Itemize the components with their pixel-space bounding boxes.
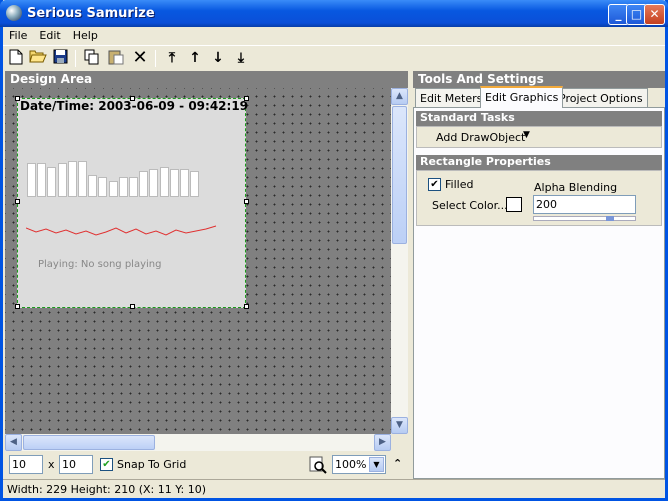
move-top-icon[interactable]: ⤒ [163, 49, 181, 67]
horizontal-scrollbar[interactable]: ◀ ▶ [5, 434, 391, 451]
design-area-header: Design Area [5, 71, 408, 88]
close-button[interactable]: ✕ [644, 4, 665, 25]
chevron-down-icon[interactable]: ▼ [523, 130, 530, 140]
scroll-up-button[interactable]: ▲ [391, 88, 408, 105]
menu-file[interactable]: File [3, 27, 33, 44]
meter-bar [27, 163, 36, 197]
collapse-icon[interactable]: ⌃ [393, 457, 402, 470]
resize-handle[interactable] [130, 96, 135, 101]
playing-text[interactable]: Playing: No song playing [38, 259, 161, 270]
alpha-blending-input[interactable]: 200 [533, 195, 636, 214]
filled-checkbox[interactable]: ✔ [428, 178, 441, 191]
tab-content: Standard Tasks Add DrawObject ▼ Rectangl… [413, 107, 665, 479]
meter-bar [57, 163, 67, 197]
tab-edit-graphics[interactable]: Edit Graphics [480, 86, 564, 108]
save-icon[interactable] [51, 49, 69, 67]
meter-bar [129, 177, 138, 197]
tab-project-options[interactable]: Project Options [554, 88, 648, 108]
horizontal-scroll-thumb[interactable] [23, 435, 155, 450]
resize-handle[interactable] [244, 199, 249, 204]
zoom-icon[interactable] [309, 456, 327, 474]
toolbar-separator [75, 50, 76, 67]
meter-bar [67, 161, 77, 197]
meter-bar [108, 181, 118, 197]
zoom-select[interactable]: 100% ▼ [332, 455, 386, 474]
toolbar: ✕ ⤒ ↑ ↓ ⤓ [3, 45, 665, 70]
toolbar-separator [155, 50, 156, 67]
status-text: Width: 229 Height: 210 (X: 11 Y: 10) [7, 483, 206, 496]
vertical-scroll-thumb[interactable] [392, 106, 407, 244]
standard-tasks-header: Standard Tasks [416, 111, 662, 126]
open-icon[interactable] [29, 49, 47, 67]
tools-panel: Edit Meters Edit Graphics Project Option… [413, 86, 665, 479]
meter-bar [190, 171, 200, 197]
move-down-icon[interactable]: ↓ [209, 49, 227, 67]
resize-handle[interactable] [130, 304, 135, 309]
zoom-value: 100% [335, 458, 367, 471]
meter-bar [159, 167, 169, 197]
rectangle-properties-header: Rectangle Properties [416, 155, 662, 170]
scroll-down-button[interactable]: ▼ [391, 417, 408, 434]
new-icon[interactable] [7, 49, 25, 67]
resize-handle[interactable] [15, 96, 20, 101]
snap-to-grid-label: Snap To Grid [117, 458, 187, 471]
menu-bar: File Edit Help [3, 27, 665, 45]
menu-help[interactable]: Help [67, 27, 104, 44]
scroll-corner [391, 434, 408, 451]
grid-x-input[interactable]: 10 [9, 455, 43, 474]
title-bar[interactable]: Serious Samurize _ □ ✕ [0, 0, 668, 27]
add-drawobject-button[interactable]: Add DrawObject [436, 131, 525, 144]
select-color-label[interactable]: Select Color... [432, 199, 508, 212]
window-title: Serious Samurize [27, 6, 155, 21]
paste-icon[interactable] [107, 49, 125, 67]
skin-canvas[interactable]: Date/Time: 2003-06-09 - 09:42:19 Playing… [17, 98, 248, 308]
resize-handle[interactable] [244, 96, 249, 101]
meter-bar [180, 169, 189, 197]
filled-label: Filled [445, 178, 474, 191]
meter-bar [78, 161, 87, 197]
meter-bar [88, 175, 98, 197]
rectangle-properties-box: ✔ Filled Alpha Blending Select Color... … [416, 170, 662, 226]
design-options-bar: 10 x 10 ✔ Snap To Grid 100% ▼ ⌃ [5, 451, 408, 477]
meter-bar [149, 169, 159, 197]
datetime-text[interactable]: Date/Time: 2003-06-09 - 09:42:19 [20, 99, 248, 113]
grid-separator: x [48, 458, 55, 471]
meter-bar [169, 169, 179, 197]
menu-edit[interactable]: Edit [33, 27, 66, 44]
meter-bar [47, 167, 57, 197]
resize-handle[interactable] [15, 199, 20, 204]
tab-edit-meters[interactable]: Edit Meters [415, 88, 488, 108]
meter-bar [118, 177, 128, 197]
app-icon [6, 5, 22, 21]
scroll-right-button[interactable]: ▶ [374, 434, 391, 451]
grid-y-input[interactable]: 10 [59, 455, 93, 474]
resize-handle[interactable] [244, 304, 249, 309]
alpha-slider-thumb[interactable] [606, 216, 614, 221]
scroll-left-button[interactable]: ◀ [5, 434, 22, 451]
alpha-slider[interactable] [533, 216, 636, 221]
status-bar: Width: 229 Height: 210 (X: 11 Y: 10) [3, 479, 665, 498]
vertical-scrollbar[interactable]: ▲ ▼ [391, 88, 408, 434]
standard-tasks-box: Add DrawObject ▼ [416, 126, 662, 148]
copy-icon[interactable] [83, 49, 101, 67]
waveform-line[interactable] [26, 223, 220, 241]
app-window: Serious Samurize _ □ ✕ File Edit Help ✕ ⤒ … [0, 0, 668, 501]
delete-icon[interactable]: ✕ [131, 49, 149, 67]
move-up-icon[interactable]: ↑ [186, 49, 204, 67]
resize-handle[interactable] [15, 304, 20, 309]
meter-bar [139, 171, 149, 197]
alpha-blending-label: Alpha Blending [534, 181, 618, 194]
snap-to-grid-checkbox[interactable]: ✔ [100, 458, 113, 471]
chevron-down-icon[interactable]: ▼ [369, 457, 384, 472]
meter-bar [98, 177, 108, 197]
color-swatch[interactable] [506, 197, 522, 212]
meter-bar [37, 163, 47, 197]
design-area[interactable]: Date/Time: 2003-06-09 - 09:42:19 Playing… [5, 88, 391, 434]
move-bottom-icon[interactable]: ⤓ [232, 49, 250, 67]
